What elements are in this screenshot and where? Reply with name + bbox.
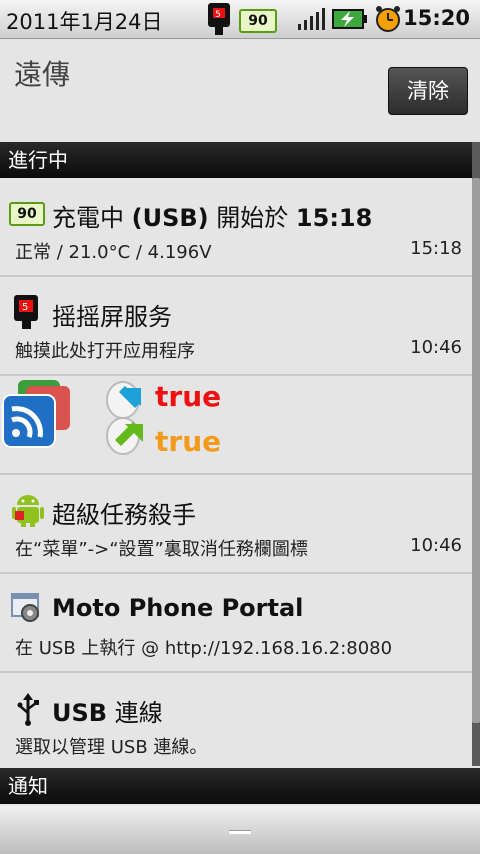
notification-title: USB 連線 — [52, 693, 163, 728]
section-header-notifications: 通知 — [0, 768, 480, 804]
battery-level-badge: 90 — [239, 9, 277, 33]
notification-time: 10:46 — [410, 535, 462, 556]
data-transfer-icon — [106, 381, 143, 455]
status-bar: 2011年1月24日 5 90 15:20 — [0, 0, 480, 39]
notification-header: 遠傳 清除 — [0, 39, 480, 141]
charging-label: 充電中 — [52, 204, 132, 232]
usb-label: USB — [52, 699, 108, 727]
signal-strength-icon — [298, 8, 325, 30]
notification-subtitle: 在“菜單”->“設置”裏取消任務欄圖標 — [15, 539, 308, 560]
notification-charging[interactable]: 90 充電中 (USB) 開始於 15:18 正常 / 21.0°C / 4.1… — [0, 178, 472, 277]
notification-title: 超級任務殺手 — [52, 501, 196, 529]
battery-charging-icon — [332, 9, 367, 29]
notification-subtitle: 正常 / 21.0°C / 4.196V — [15, 242, 212, 263]
notification-title: Moto Phone Portal — [52, 594, 304, 622]
notification-sync-status[interactable]: true true — [0, 376, 472, 475]
svg-text:5: 5 — [22, 302, 28, 313]
notification-shake-service[interactable]: 5 摇摇屏服务 触摸此处打开应用程序 10:46 — [0, 277, 472, 376]
notification-title: 充電中 (USB) 開始於 15:18 — [52, 198, 372, 233]
portal-gear-icon — [11, 593, 39, 622]
connection-label: 連線 — [107, 699, 163, 727]
shake-app-icon: 5 — [208, 3, 230, 35]
charging-start-time: 15:18 — [295, 204, 373, 232]
notification-title: 摇摇屏服务 — [52, 303, 172, 331]
drawer-handle-grip[interactable] — [229, 830, 251, 834]
carrier-name: 遠傳 — [14, 58, 71, 91]
notification-time: 10:46 — [410, 337, 462, 358]
notification-list: 90 充電中 (USB) 開始於 15:18 正常 / 21.0°C / 4.1… — [0, 178, 472, 772]
svg-text:5: 5 — [215, 10, 221, 20]
clear-button[interactable]: 清除 — [388, 67, 468, 115]
android-robot-icon — [12, 495, 44, 527]
notification-time: 15:18 — [410, 238, 462, 259]
status-date: 2011年1月24日 — [6, 10, 163, 34]
charging-started-label: 開始於 — [208, 204, 296, 232]
notification-subtitle: 選取以管理 USB 連線。 — [15, 737, 208, 758]
notification-subtitle: 在 USB 上執行 @ http://192.168.16.2:8080 — [15, 638, 393, 659]
shake-app-icon: 5 — [14, 295, 38, 329]
scrollbar-thumb[interactable] — [472, 178, 480, 723]
notification-task-killer[interactable]: 超級任務殺手 在“菜單”->“設置”裏取消任務欄圖標 10:46 — [0, 475, 472, 574]
alarm-clock-icon — [376, 6, 400, 32]
notification-moto-phone-portal[interactable]: Moto Phone Portal 在 USB 上執行 @ http://192… — [0, 574, 472, 673]
section-notifications-label: 通知 — [8, 774, 48, 798]
download-status-value: true — [155, 425, 222, 458]
status-time: 15:20 — [403, 6, 470, 30]
section-ongoing-label: 進行中 — [8, 148, 68, 172]
battery-icon: 90 — [9, 202, 45, 226]
upload-status-value: true — [155, 380, 222, 413]
section-header-ongoing: 進行中 — [0, 142, 480, 178]
notification-usb-connection[interactable]: USB 連線 選取以管理 USB 連線。 — [0, 673, 472, 772]
usb-icon — [17, 693, 39, 726]
charging-source: (USB) — [131, 204, 209, 232]
notification-subtitle: 触摸此处打开应用程序 — [15, 341, 195, 362]
drawer-handle-bar[interactable] — [0, 806, 480, 854]
rss-app-icon — [2, 380, 70, 448]
